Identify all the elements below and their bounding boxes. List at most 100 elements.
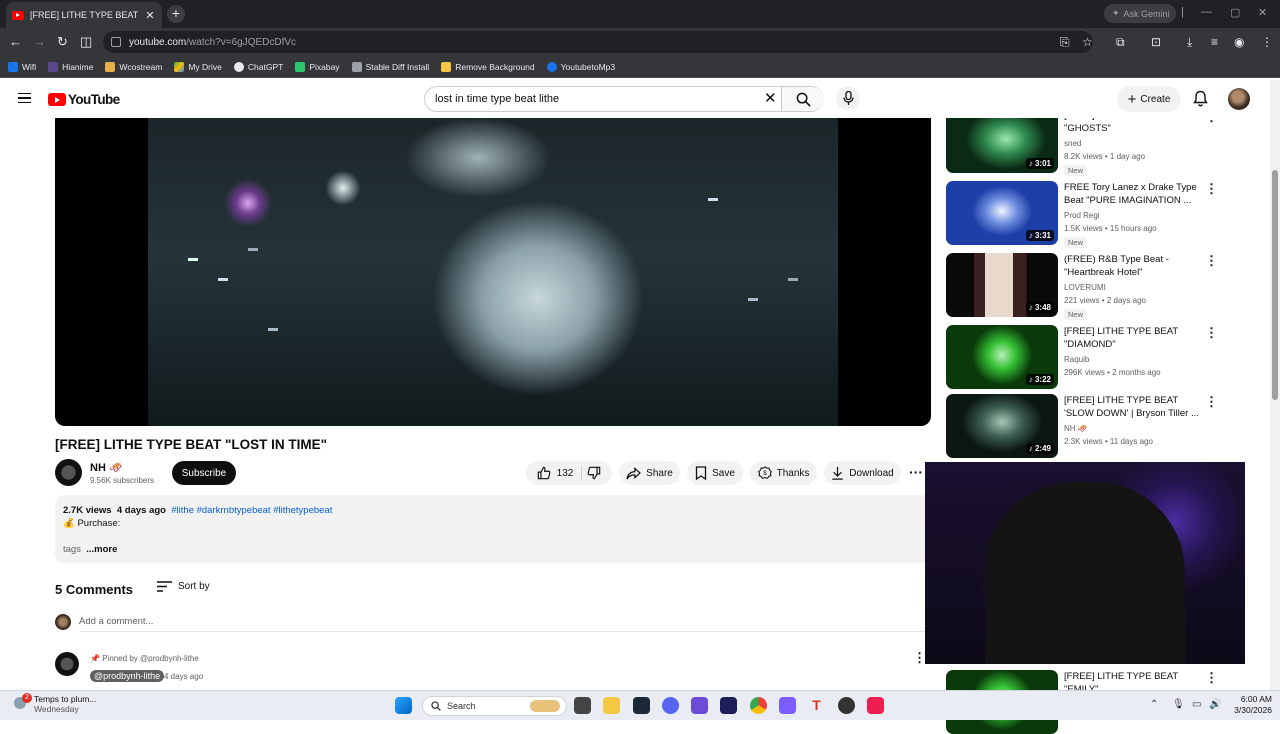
recommendation-item[interactable]: ♪ 3:22 [FREE] LITHE TYPE BEAT "DIAMOND" … [946,325,1236,389]
channel-avatar[interactable] [55,459,82,486]
minimize-icon[interactable]: — [1201,6,1212,18]
tray-chevron-icon[interactable]: ⌃ [1150,699,1158,710]
voice-search-button[interactable] [836,86,860,110]
obs-icon[interactable] [838,697,855,714]
recommendation-thumbnail[interactable]: ♪ 3:31 [946,181,1058,245]
file-explorer-icon[interactable] [603,697,620,714]
recommendation-title[interactable]: (FREE) R&B Type Beat - "Heartbreak Hotel… [1064,253,1202,279]
task-view-icon[interactable] [574,697,591,714]
pinned-comment-author[interactable]: @prodbynh-lithe [90,670,165,682]
bookmark-star-icon[interactable]: ☆ [1082,35,1093,49]
profile-icon[interactable]: ◉ [1234,35,1244,49]
recommendation-thumbnail[interactable]: ♪ 3:22 [946,325,1058,389]
share-button[interactable]: Share [619,461,680,485]
video-player[interactable] [55,118,931,426]
recommendation-title[interactable]: FREE Tory Lanez x Drake Type Beat "PURE … [1064,181,1202,207]
recommendation-channel[interactable]: NH 🛷 [1064,424,1088,433]
new-tab-button[interactable]: + [167,5,185,23]
microphone-tray-icon[interactable]: 🎙 [1172,699,1185,710]
recommendation-item[interactable]: ♪ 3:01 [FREE] LITHE TYPE BEAT "GHOSTS" s… [946,109,1236,176]
recommendation-title[interactable]: [FREE] LITHE TYPE BEAT 'SLOW DOWN' | Bry… [1064,394,1202,420]
search-input[interactable] [425,88,755,110]
extensions-icon[interactable]: ⧉ [1116,35,1125,50]
scrollbar-thumb[interactable] [1272,170,1278,400]
split-view-icon[interactable]: ◫ [80,34,92,50]
page-scrollbar[interactable] [1270,80,1280,690]
bookmark-wcostream[interactable]: Wcostream [105,61,162,72]
browser-tab[interactable]: [FREE] LITHE TYPE BEAT "LOST IN ✕ [6,2,162,28]
recommendation-channel[interactable]: Prod Regi [1064,211,1100,220]
bookmark-chatgpt[interactable]: ChatGPT [233,61,283,72]
back-icon[interactable]: ← [9,34,22,50]
downloads-icon[interactable]: ⤓ [1187,35,1192,50]
recommendation-menu-icon[interactable]: ⋮ [1205,253,1218,269]
premiere-icon[interactable] [720,697,737,714]
more-actions-icon[interactable]: ··· [909,464,923,480]
menu-icon[interactable]: ⋮ [1261,35,1273,49]
grid-app-icon[interactable] [691,697,708,714]
tiktok-icon[interactable] [867,697,884,714]
recommendation-thumbnail[interactable]: ♪ 2:49 [946,394,1058,458]
bookmark-hianime[interactable]: Hianime [48,61,93,72]
system-clock[interactable]: 6:00 AM 3/30/2026 [1228,694,1272,716]
account-avatar[interactable] [1228,88,1250,110]
discord-icon[interactable] [662,697,679,714]
like-button[interactable]: 132 [537,466,583,480]
site-info-icon[interactable] [111,37,121,47]
ask-gemini-button[interactable]: ✦ Ask Gemini [1104,4,1176,23]
recommendation-thumbnail[interactable]: ♪ 3:48 [946,253,1058,317]
tab-search-icon[interactable]: ⊡ [1151,35,1161,49]
show-more-link[interactable]: ...more [86,544,117,555]
thanks-button[interactable]: $ Thanks [750,461,817,485]
picture-in-picture-video[interactable] [925,462,1245,664]
pinned-comment-date[interactable]: 4 days ago [164,672,203,681]
url-field[interactable]: youtube.com/watch?v=6gJQEDcDfVc [103,31,1093,53]
hashtags[interactable]: #lithe #darkrnbtypebeat #lithetypebeat [171,505,332,516]
proton-vpn-icon[interactable] [779,697,796,714]
recommendation-item[interactable]: ♪ 3:31 FREE Tory Lanez x Drake Type Beat… [946,181,1236,248]
recommendation-channel[interactable]: sned [1064,139,1081,148]
sort-by-button[interactable]: Sort by [157,581,210,592]
bookmark-wifi[interactable]: Wifi [8,61,36,72]
search-button[interactable] [781,87,824,111]
t-app-icon[interactable]: T [808,697,825,714]
description-box[interactable]: 2.7K views 4 days ago #lithe #darkrnbtyp… [55,495,931,563]
close-tab-icon[interactable]: ✕ [144,9,156,22]
chrome-icon[interactable] [750,697,767,714]
reload-icon[interactable]: ↻ [57,34,68,50]
steam-icon[interactable] [633,697,650,714]
clear-search-icon[interactable]: ✕ [764,89,777,107]
recommendation-menu-icon[interactable]: ⋮ [1205,181,1218,197]
notifications-bell-icon[interactable] [1193,90,1208,112]
recommendation-menu-icon[interactable]: ⋮ [1205,670,1218,686]
save-button[interactable]: Save [687,461,743,485]
bookmark-stable-diff[interactable]: Stable Diff Install [351,61,429,72]
network-icon[interactable]: ▭ [1192,699,1201,710]
youtube-logo[interactable]: YouTube [48,92,120,107]
install-app-icon[interactable]: ⎘ [1060,35,1070,50]
recommendation-channel[interactable]: Raquib [1064,355,1089,364]
channel-name[interactable]: NH 🛷 [90,461,123,474]
bookmark-ytmp3[interactable]: YoutubetoMp3 [546,61,615,72]
recommendation-thumbnail[interactable]: ♪ 3:01 [946,109,1058,173]
reading-list-icon[interactable]: ≡ [1211,35,1218,49]
volume-icon[interactable]: 🔊 [1209,699,1221,710]
dislike-button[interactable] [587,466,601,480]
recommendation-menu-icon[interactable]: ⋮ [1205,394,1218,410]
recommendation-item[interactable]: ♪ 2:49 [FREE] LITHE TYPE BEAT 'SLOW DOWN… [946,394,1236,458]
forward-icon[interactable]: → [33,34,46,50]
taskbar-search[interactable]: Search [422,696,567,716]
add-comment-input[interactable]: Add a comment... [79,616,929,632]
bookmark-my-drive[interactable]: My Drive [174,61,222,72]
recommendation-item[interactable]: ♪ 3:48 (FREE) R&B Type Beat - "Heartbrea… [946,253,1236,320]
recommendation-channel[interactable]: LOVERUMI [1064,283,1106,292]
subscribe-button[interactable]: Subscribe [172,461,236,485]
windows-start-icon[interactable] [395,697,412,714]
recommendation-title[interactable]: [FREE] LITHE TYPE BEAT "DIAMOND" [1064,325,1202,351]
pinned-comment-avatar[interactable] [55,652,79,676]
window-close-icon[interactable]: ✕ [1258,6,1267,19]
hamburger-menu-icon[interactable] [18,93,31,103]
maximize-icon[interactable]: ▢ [1230,6,1240,19]
bookmark-pixabay[interactable]: Pixabay [295,61,340,72]
recommendation-menu-icon[interactable]: ⋮ [1205,325,1218,341]
